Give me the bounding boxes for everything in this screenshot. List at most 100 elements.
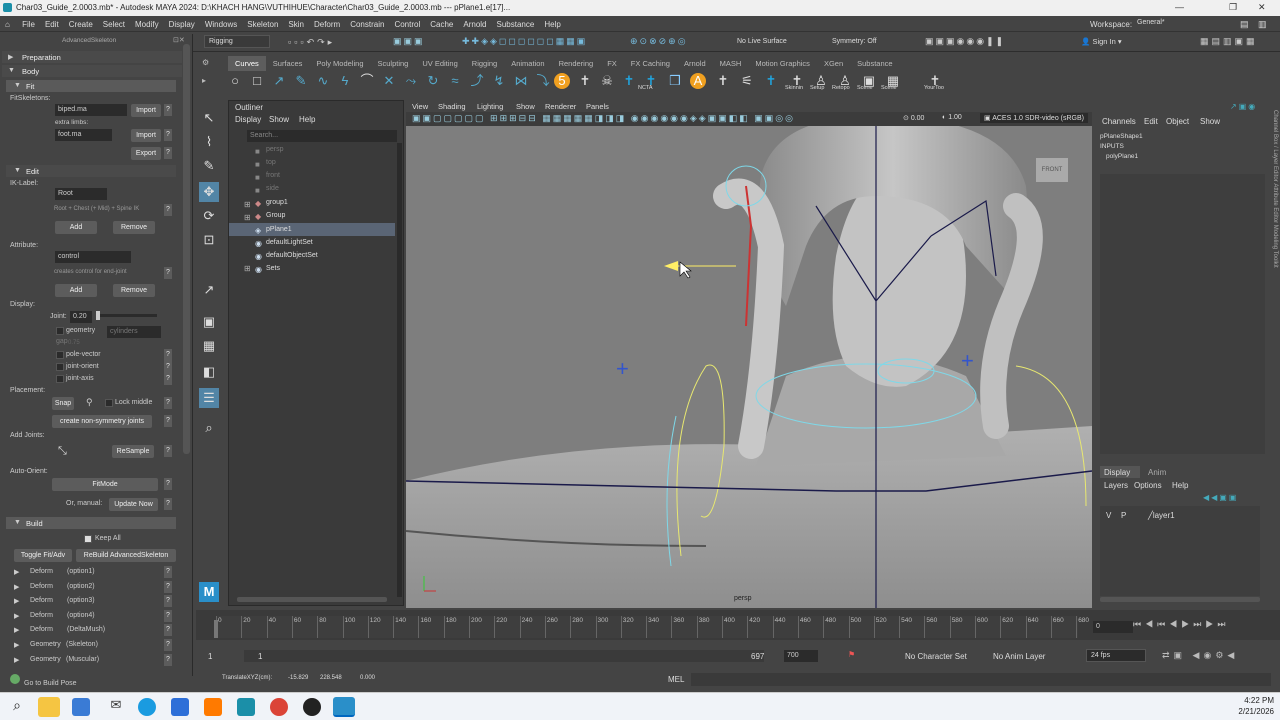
layer-hscroll[interactable] [1100, 597, 1260, 602]
component-mask-icon[interactable]: ✚✚◈◈◻◻◻◻◻◻▦▦▣ [462, 36, 587, 47]
help-button-4[interactable]: ? [164, 204, 172, 216]
detach-icon[interactable]: ⤵ [534, 72, 552, 90]
deform-name[interactable]: Deform [30, 626, 53, 633]
search-icon[interactable]: ⌕ [199, 418, 219, 438]
deform-name[interactable]: Deform [30, 612, 53, 619]
shelf-tab-xgen[interactable]: XGen [817, 56, 850, 71]
remove-button-2[interactable]: Remove [113, 284, 155, 297]
range-end[interactable]: 700 [784, 650, 818, 662]
exposure-value[interactable]: 0.00 [911, 115, 925, 122]
joint-icon[interactable]: ✝ [620, 72, 638, 90]
import-button[interactable]: Import [131, 104, 161, 117]
shelf-tab-rigging[interactable]: Rigging [465, 56, 504, 71]
shelf-tab-uv-editing[interactable]: UV Editing [415, 56, 464, 71]
help-button[interactable]: ? [164, 595, 172, 608]
shelf-tab-poly-modeling[interactable]: Poly Modeling [309, 56, 370, 71]
mel-label[interactable]: MEL [668, 675, 684, 684]
mail-icon[interactable]: ✉ [105, 697, 127, 717]
curve-tool-icon[interactable]: ⤳ [402, 72, 420, 90]
help-button-6[interactable]: ? [164, 349, 172, 361]
range-start[interactable]: 1 [208, 652, 212, 661]
file-explorer-icon[interactable] [38, 697, 60, 717]
help-button[interactable]: ? [164, 639, 172, 651]
help-button[interactable]: ? [164, 653, 172, 666]
layer-playback[interactable]: P [1121, 511, 1126, 520]
arrow-right-icon[interactable]: ▶ [14, 612, 19, 620]
vp-gamma[interactable]: ◐ 1.00 [942, 114, 962, 121]
search-icon-taskbar[interactable]: ⌕ [6, 697, 28, 717]
menu-control[interactable]: Control [389, 16, 425, 33]
remove-button[interactable]: Remove [113, 221, 155, 234]
expand-icon-sets[interactable]: ⊞ [244, 264, 251, 273]
chrome-icon[interactable] [270, 698, 288, 716]
maya-m-icon[interactable]: M [199, 582, 219, 602]
help-button-7[interactable]: ? [164, 361, 172, 373]
outliner-menu-show[interactable]: Show [269, 115, 289, 124]
help-button[interactable]: ? [164, 609, 172, 622]
export-button[interactable]: Export [131, 147, 161, 160]
outliner-scrollbar[interactable] [397, 143, 402, 597]
deform-name[interactable]: Deform [30, 568, 53, 575]
help-button-12[interactable]: ? [164, 478, 172, 490]
layer-visible[interactable]: V [1106, 511, 1111, 520]
add-joint-icon[interactable]: ⤡ [58, 445, 67, 458]
minimize-icon[interactable]: — [1175, 2, 1184, 12]
shelf-tab-substance[interactable]: Substance [850, 56, 899, 71]
viewport-panel[interactable]: View Shading Lighting Show Renderer Pane… [406, 100, 1092, 608]
fitmode-button[interactable]: FitMode [52, 478, 158, 491]
layer-menu-options[interactable]: Options [1134, 481, 1162, 490]
vp-exposure[interactable]: ⊙ 0.00 [903, 114, 924, 122]
channel-header-icons[interactable]: ↗▣◉ [1230, 102, 1257, 111]
expand-icons[interactable]: ⊞ ⊞ [244, 198, 251, 224]
maximize-icon[interactable]: ❐ [1229, 2, 1237, 13]
layout-four-icon[interactable]: ▦ [199, 336, 219, 356]
sign-in-label[interactable]: Sign In [1092, 37, 1115, 46]
ep-curve-icon[interactable]: ✎ [292, 72, 310, 90]
outliner-search[interactable]: Search... [247, 130, 397, 142]
vp-menu-show[interactable]: Show [516, 102, 535, 111]
rig-icon-2[interactable]: ⚟ [738, 72, 756, 90]
attribute-select[interactable]: control [55, 251, 131, 263]
section-preparation[interactable]: Preparation [2, 51, 182, 63]
vp-colorspace[interactable]: ▣ ACES 1.0 SDR-video (sRGB) [980, 113, 1088, 123]
import-button-2[interactable]: Import [131, 129, 161, 142]
skull-icon[interactable]: ☠ [598, 72, 616, 90]
shape-name[interactable]: pPlaneShape1 [1100, 133, 1143, 140]
vp-menu-lighting[interactable]: Lighting [477, 102, 503, 111]
resample-button[interactable]: ReSample [112, 445, 154, 458]
shelf-tab-mash[interactable]: MASH [713, 56, 749, 71]
cross-icon[interactable]: ✕ [380, 72, 398, 90]
outliner-menu-display[interactable]: Display [235, 115, 261, 124]
pencil-curve-icon[interactable]: ϟ [336, 72, 354, 90]
paint-select-icon[interactable]: ✎ [199, 156, 219, 176]
arrow-right-icon[interactable]: ▶ [14, 583, 19, 591]
add-button[interactable]: Add [55, 221, 97, 234]
menu-substance[interactable]: Substance [492, 16, 540, 33]
shelf-tab-rendering[interactable]: Rendering [552, 56, 601, 71]
layer-tab-anim[interactable]: Anim [1148, 468, 1166, 477]
arrow-right-icon[interactable]: ▶ [14, 626, 19, 634]
panel-icon[interactable]: ▤ [1240, 19, 1249, 30]
outliner-item-persp[interactable]: persp [229, 143, 395, 156]
layer-menu-help[interactable]: Help [1172, 481, 1188, 490]
range-end-inner[interactable]: 697 [751, 652, 764, 661]
cylinders-select[interactable]: cylinders [107, 326, 161, 338]
outliner-hscroll[interactable] [237, 597, 387, 602]
joint-size-field[interactable]: 0.20 [70, 311, 92, 323]
geometry-checkbox[interactable] [56, 327, 64, 335]
command-input[interactable] [691, 673, 1271, 686]
gamma-value[interactable]: 1.00 [948, 114, 962, 121]
joint-orient-checkbox[interactable] [56, 363, 64, 371]
section-edit[interactable]: Edit [6, 165, 176, 177]
help-button-10[interactable]: ? [164, 415, 172, 427]
help-button[interactable]: ? [164, 624, 172, 637]
view-cube[interactable]: FRONT [1036, 158, 1068, 182]
layer-tools-icons[interactable]: ◀◀▣▣ [1203, 493, 1238, 502]
layer-tab-display[interactable]: Display [1100, 466, 1140, 478]
character-set[interactable]: No Character Set [905, 652, 967, 661]
side-tabs[interactable]: Channel Box / Layer Editor Attribute Edi… [1270, 110, 1278, 440]
vp-tools-icons[interactable]: ▣▣▢▢▢▢▢ ⊞⊞⊞⊟⊟ ▦▦▦▦▦◨◨◨ ◉◉◉◉◉◉◈◈▣▣◧◧ ▣▣◎◎ [412, 113, 795, 124]
menu-arnold[interactable]: Arnold [458, 16, 491, 33]
store-icon[interactable] [72, 698, 90, 716]
scale-tool-icon[interactable]: ⊡ [199, 230, 219, 250]
